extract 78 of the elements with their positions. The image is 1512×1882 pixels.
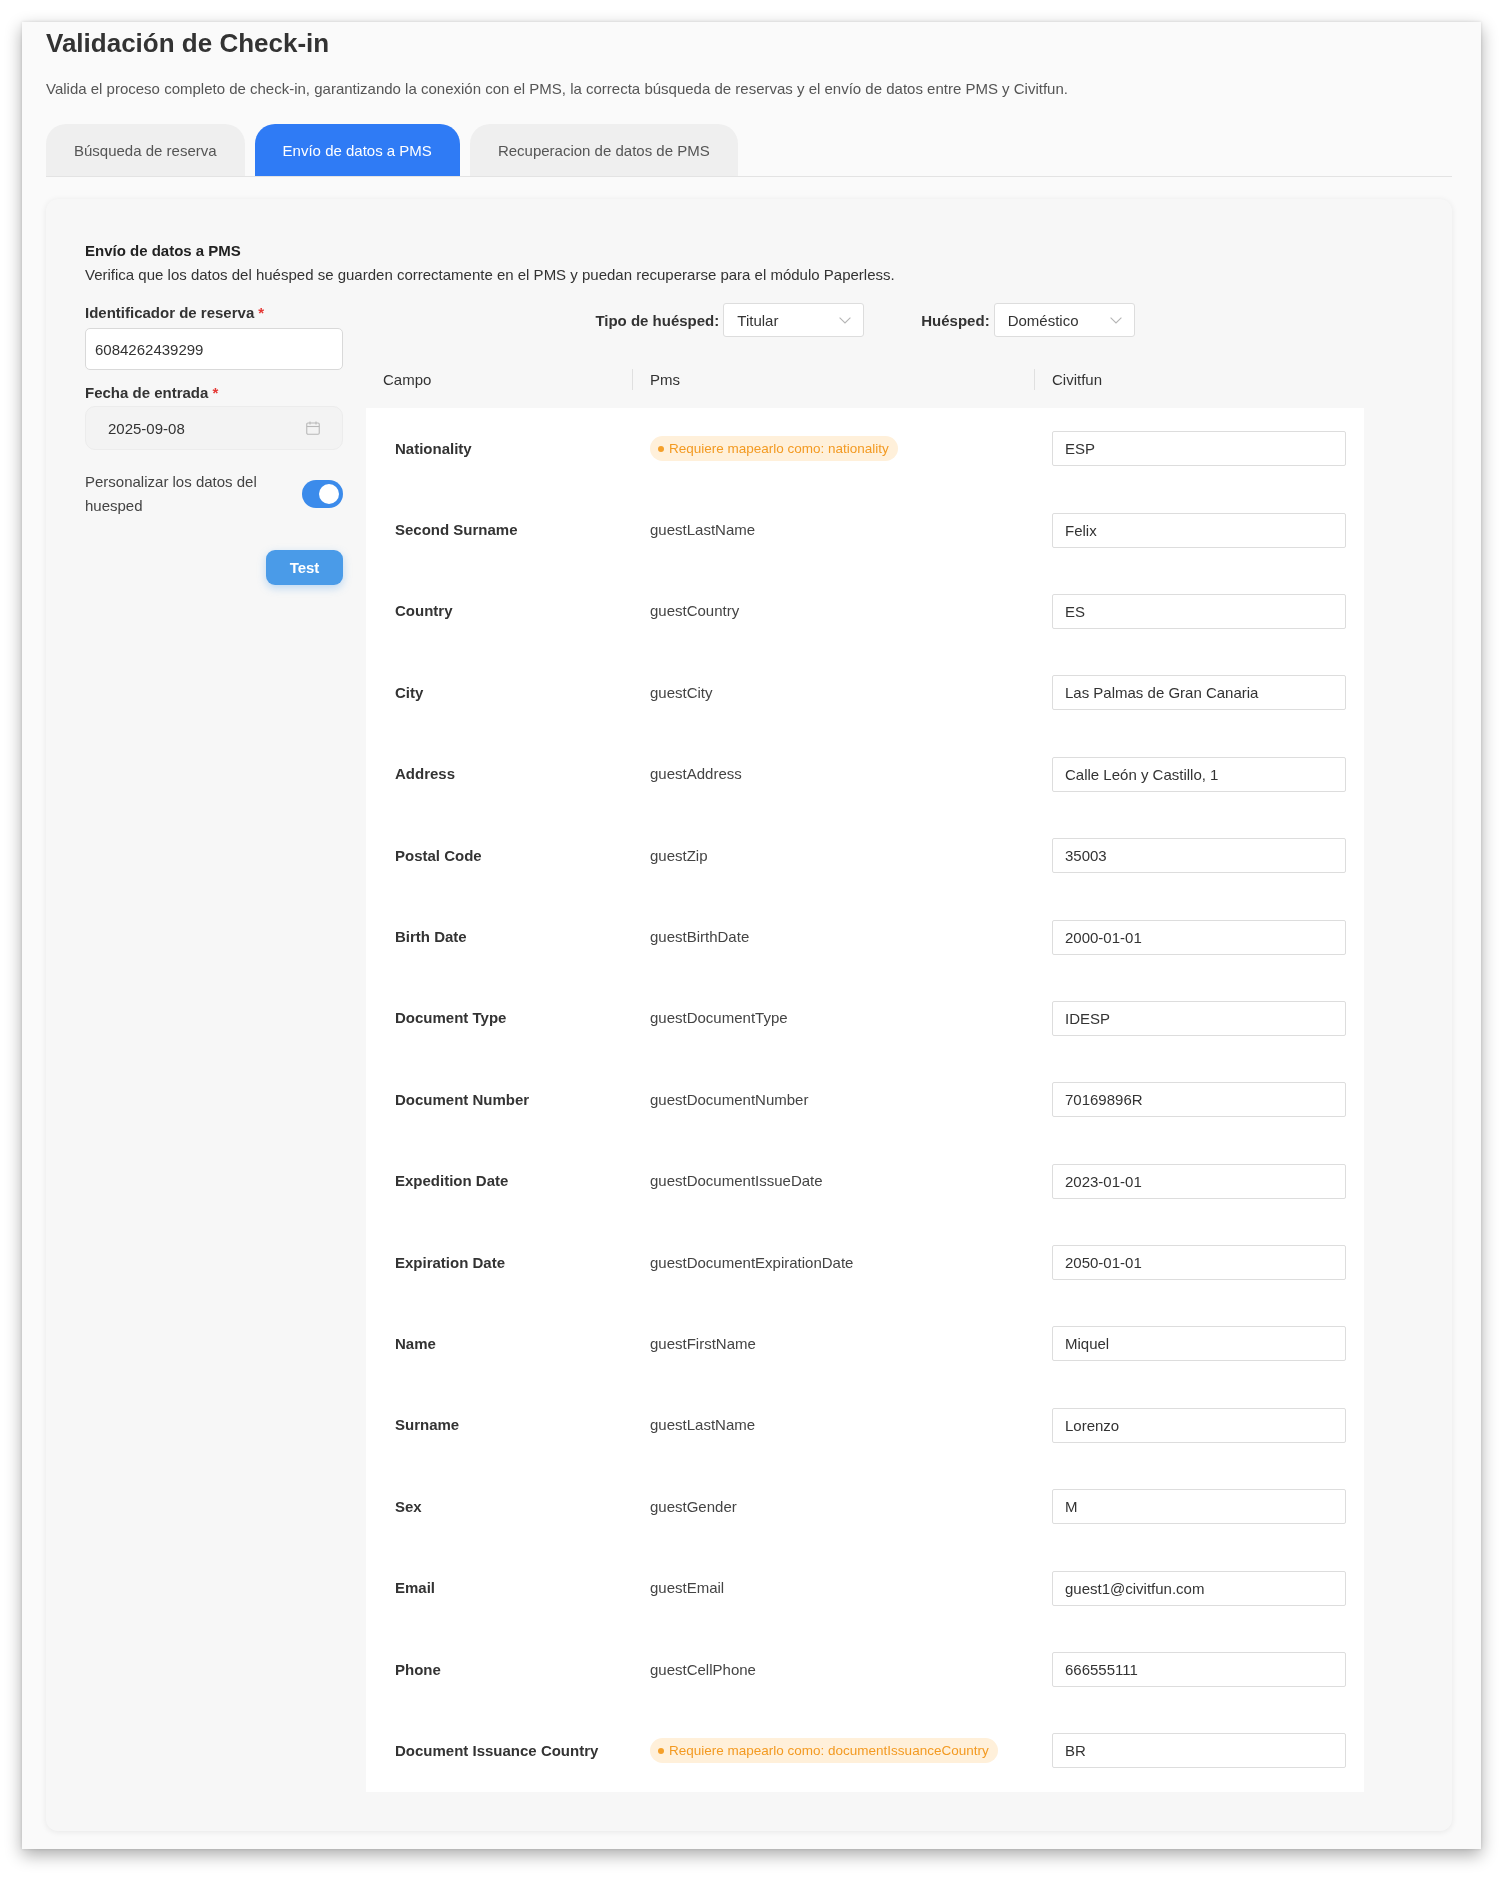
filter-label: Huésped: <box>921 311 990 329</box>
pms-field-name: guestEmail <box>650 1579 725 1597</box>
text-input[interactable]: 2023-01-01 <box>1052 1163 1346 1199</box>
text-input[interactable]: BR <box>1052 1733 1346 1769</box>
pms-field-name: guestZip <box>650 846 708 864</box>
column-header: Civitfun <box>1052 371 1103 388</box>
column-header: Pms <box>650 371 680 388</box>
field-name: Country <box>395 602 453 620</box>
field-name: Document Type <box>395 1009 507 1027</box>
field-name: Postal Code <box>395 846 482 864</box>
field-name: Expedition Date <box>395 1172 509 1190</box>
field-name: Phone <box>395 1660 441 1678</box>
pms-field-name: guestCountry <box>650 602 740 620</box>
page-title: Validación de Check-in <box>46 27 331 59</box>
pms-field-name: guestDocumentType <box>650 1009 788 1027</box>
text-input[interactable]: 666555111 <box>1052 1652 1346 1688</box>
pms-field-name: guestBirthDate <box>650 928 750 946</box>
text-input[interactable]: M <box>1052 1489 1346 1525</box>
text-input[interactable]: ESP <box>1052 431 1346 467</box>
field-name: Birth Date <box>395 928 467 946</box>
text-input[interactable]: 2000-01-01 <box>1052 919 1346 955</box>
text-input[interactable]: Calle León y Castillo, 1 <box>1052 756 1346 792</box>
tab[interactable]: Envío de datos a PMS <box>254 124 460 176</box>
warning-text: Requiere mapearlo como: documentIssuanceCountry <box>669 1743 989 1759</box>
field-name: City <box>395 683 424 701</box>
pms-field-name: guestCellPhone <box>650 1660 756 1678</box>
field-name: Second Surname <box>395 521 518 539</box>
date-picker-field[interactable]: 2025-09-08 <box>85 406 343 450</box>
text-input[interactable]: ES <box>1052 593 1346 629</box>
field-name: Surname <box>395 1416 460 1434</box>
required-mark: * <box>212 384 219 401</box>
pms-field-name: guestDocumentExpirationDate <box>650 1253 854 1271</box>
text-input[interactable]: IDESP <box>1052 1000 1346 1036</box>
text-input[interactable]: guest1@civitfun.com <box>1052 1570 1346 1606</box>
text-input[interactable]: Lorenzo <box>1052 1407 1346 1443</box>
dot-icon <box>658 445 664 452</box>
field-name: Expiration Date <box>395 1253 506 1271</box>
toggle-switch[interactable] <box>302 480 343 508</box>
pms-field-name: guestDocumentIssueDate <box>650 1172 823 1190</box>
section-title: Envío de datos a PMS <box>85 241 242 261</box>
pms-field-name: guestLastName <box>650 521 756 539</box>
field-name: Nationality <box>395 439 472 457</box>
pms-field-name: guestFirstName <box>650 1335 756 1352</box>
field-label: Identificador de reserva <box>85 304 255 321</box>
pms-field-name: guestAddress <box>650 765 742 783</box>
select-dropdown[interactable]: Titular <box>723 303 865 337</box>
field-name: Email <box>395 1579 436 1597</box>
field-label: Fecha de entrada <box>85 384 209 401</box>
filter-label: Tipo de huésped: <box>595 311 720 329</box>
tab[interactable]: Recuperacion de datos de PMS <box>469 124 738 176</box>
text-input[interactable]: 2050-01-01 <box>1052 1245 1346 1281</box>
warning-text: Requiere mapearlo como: nationality <box>669 441 889 457</box>
text-input[interactable]: 35003 <box>1052 838 1346 874</box>
page-description: Valida el proceso completo de check-in, garantizando la conexión con el PMS, la correcta búsqueda de reservas y el envío de datos entre PMS y Civitfun. <box>46 79 1069 99</box>
pms-field-name: guestGender <box>650 1497 737 1515</box>
text-input[interactable]: Las Palmas de Gran Canaria <box>1052 675 1346 711</box>
text-input[interactable]: 6084262439299 <box>85 328 343 370</box>
required-mark: * <box>258 304 265 321</box>
text-input[interactable]: Miquel <box>1052 1326 1346 1362</box>
field-name: Sex <box>395 1497 422 1515</box>
section-description: Verifica que los datos del huésped se guarden correctamente en el PMS y puedan recuperarse para el módulo Paperless. <box>85 265 896 285</box>
field-name: Document Number <box>395 1090 530 1108</box>
dot-icon <box>658 1747 664 1754</box>
select-dropdown[interactable]: Doméstico <box>993 303 1135 337</box>
toggle-label: Personalizar los datos del huesped <box>85 472 258 516</box>
chevron-down-icon <box>839 316 852 324</box>
column-header: Campo <box>383 371 432 388</box>
pms-field-name: guestLastName <box>650 1416 756 1434</box>
text-input[interactable]: 70169896R <box>1052 1082 1346 1118</box>
calendar-icon <box>306 421 320 435</box>
field-name: Name <box>395 1335 436 1352</box>
chevron-down-icon <box>1109 316 1122 324</box>
field-name: Address <box>395 765 456 783</box>
pms-field-name: guestDocumentNumber <box>650 1090 809 1108</box>
field-name: Document Issuance Country <box>395 1741 599 1759</box>
pms-field-name: guestCity <box>650 683 713 701</box>
tab[interactable]: Búsqueda de reserva <box>46 124 245 176</box>
text-input[interactable]: Felix <box>1052 512 1346 548</box>
